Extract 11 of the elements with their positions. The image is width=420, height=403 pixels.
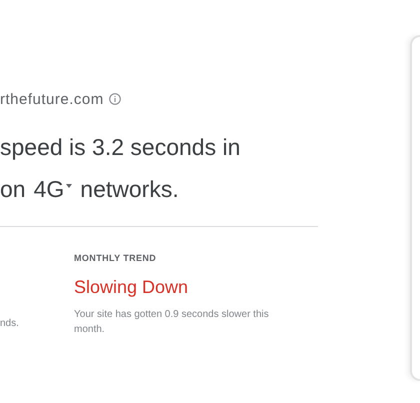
info-icon[interactable]	[108, 93, 121, 105]
headline-text: speed is 3.2 seconds in	[0, 133, 240, 162]
headline-text: networks.	[80, 175, 179, 204]
site-domain: rthefuture.com	[0, 90, 104, 108]
description-text: Your site has gotten 0.9 seconds slower this month.	[74, 308, 270, 337]
caret-icon	[66, 184, 72, 188]
section-label: MONTHLY TREND	[74, 253, 158, 263]
headline-text: on	[0, 175, 26, 204]
description-text: nds.	[0, 318, 19, 329]
trend-status: Slowing Down	[74, 277, 190, 298]
network-dropdown[interactable]: 4G	[34, 168, 72, 210]
